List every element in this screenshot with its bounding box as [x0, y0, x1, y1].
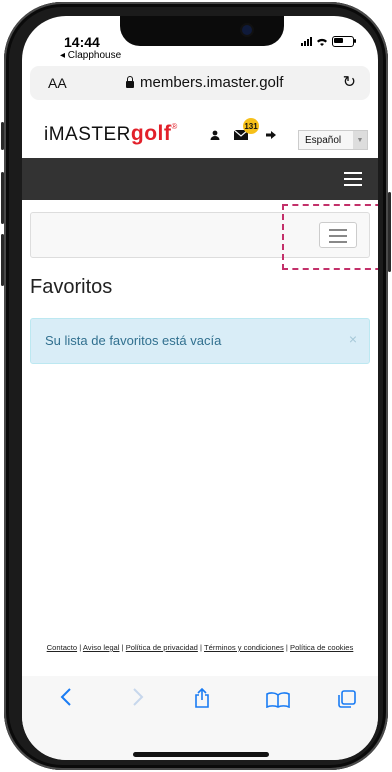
hamburger-menu-icon[interactable] [344, 172, 362, 186]
chevron-down-icon: ▼ [353, 131, 367, 149]
address-bar[interactable]: AA members.imaster.golf ↻ [30, 66, 370, 100]
phone-frame: 14:44 ◂ Clapphouse AA members.imaster.go… [1, 2, 391, 770]
info-alert: Su lista de favoritos está vacía × [30, 318, 370, 364]
logo-trademark: ® [171, 122, 178, 131]
phone-screen: 14:44 ◂ Clapphouse AA members.imaster.go… [22, 16, 378, 760]
page-title: Favoritos [30, 276, 113, 298]
back-icon[interactable] [60, 688, 72, 706]
url-display[interactable]: members.imaster.golf [126, 74, 283, 91]
logo-part2: golf [130, 122, 172, 145]
footer-link-cookies[interactable]: Política de cookies [290, 643, 353, 652]
logo-part1: iMASTER [44, 124, 131, 145]
url-text: members.imaster.golf [140, 74, 284, 91]
footer-link-terminos[interactable]: Términos y condiciones [204, 643, 284, 652]
signal-icon [301, 37, 312, 46]
text-size-button[interactable]: AA [48, 75, 67, 91]
mute-switch [1, 122, 4, 150]
footer-separator: | [200, 643, 202, 652]
safari-toolbar [22, 676, 378, 760]
forward-icon[interactable] [132, 688, 144, 706]
share-icon[interactable] [194, 688, 210, 708]
footer-separator: | [79, 643, 82, 652]
highlight-annotation [282, 204, 378, 270]
footer-link-aviso-legal[interactable]: Aviso legal [83, 643, 120, 652]
footer-link-contacto[interactable]: Contacto [47, 643, 77, 652]
notch [120, 16, 284, 46]
footer-links: Contacto | Aviso legal | Política de pri… [22, 642, 378, 662]
close-icon[interactable]: × [349, 331, 357, 347]
notification-badge: 131 [243, 118, 259, 134]
user-icon[interactable] [210, 130, 220, 140]
volume-up-button [1, 172, 4, 224]
footer-link-privacidad[interactable]: Política de privacidad [126, 643, 198, 652]
site-header: iMASTERgolf® 131 Español ▼ [22, 112, 378, 154]
reload-icon[interactable]: ↻ [343, 72, 356, 92]
language-selected: Español [305, 134, 342, 146]
power-button [388, 192, 391, 272]
status-time: 14:44 [64, 34, 100, 50]
footer-separator: | [285, 643, 288, 652]
language-select[interactable]: Español ▼ [298, 130, 368, 150]
back-to-app-link[interactable]: ◂ Clapphouse [60, 50, 121, 61]
camera-icon [242, 25, 252, 35]
lock-icon [126, 76, 134, 88]
footer-separator: | [121, 643, 124, 652]
status-icons [301, 36, 356, 47]
main-nav-bar [22, 158, 378, 200]
tabs-icon[interactable] [338, 690, 356, 708]
volume-down-button [1, 234, 4, 286]
bookmarks-icon[interactable] [266, 692, 290, 708]
logout-icon[interactable] [266, 130, 277, 140]
home-indicator [133, 752, 269, 757]
imaster-golf-logo[interactable]: iMASTERgolf® [44, 122, 178, 146]
battery-icon [332, 36, 356, 47]
wifi-icon [317, 38, 327, 46]
alert-message: Su lista de favoritos está vacía [45, 333, 222, 348]
